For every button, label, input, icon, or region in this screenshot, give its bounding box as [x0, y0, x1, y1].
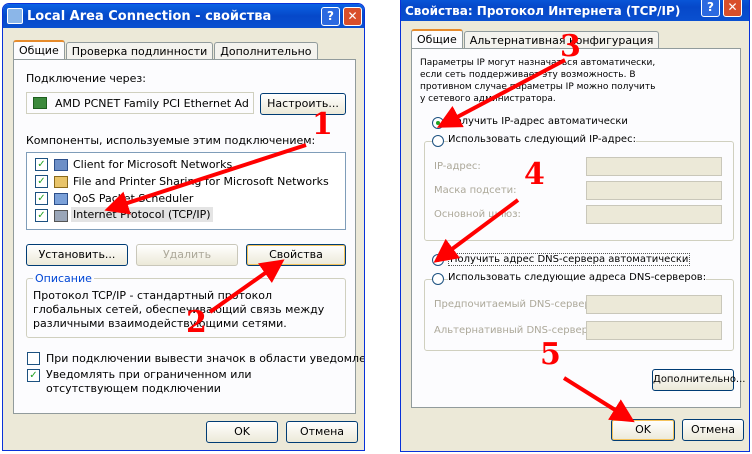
arrow-3 [436, 58, 566, 128]
arrow-1 [104, 143, 307, 215]
annotation-arrows [104, 58, 635, 423]
annotation-number-1: 1 [312, 107, 333, 142]
annotation-number-3: 3 [560, 29, 581, 64]
arrow-5 [562, 376, 635, 423]
annotation-number-2: 2 [186, 305, 207, 340]
arrow-2 [208, 259, 285, 314]
arrow-4 [433, 198, 520, 263]
annotation-number-5: 5 [540, 337, 561, 372]
annotation-number-4: 4 [524, 157, 545, 192]
